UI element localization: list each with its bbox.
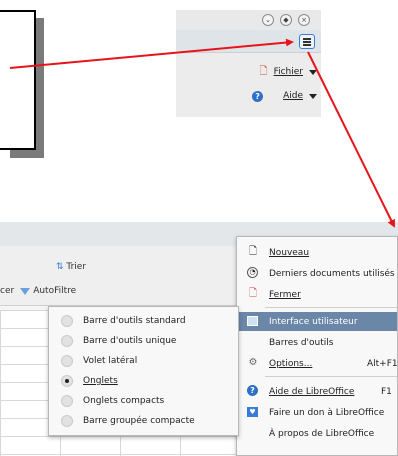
menu-item-help[interactable]: ? Aide de LibreOffice F1 bbox=[237, 382, 397, 401]
submenu-item-label: Volet latéral bbox=[83, 356, 138, 366]
main-menu: 🗋 Nouveau ◔ Derniers documents utilisés … bbox=[236, 236, 398, 456]
menu-item-label: Faire un don à LibreOffice bbox=[269, 407, 385, 418]
chevron-down-icon bbox=[309, 69, 317, 75]
menu-item-about[interactable]: À propos de LibreOffice bbox=[237, 424, 397, 443]
autofilter-button[interactable]: cer AutoFiltre bbox=[0, 286, 77, 296]
filter-icon bbox=[20, 287, 31, 295]
submenu-item-label: Onglets bbox=[83, 376, 118, 386]
fichier-menu[interactable]: 🗋 Fichier bbox=[260, 64, 317, 80]
submenu-item-label: Onglets compacts bbox=[83, 396, 165, 406]
menu-divider bbox=[265, 307, 397, 308]
submenu-item-label: Barre d'outils unique bbox=[83, 336, 177, 346]
clock-icon: ◔ bbox=[247, 267, 258, 278]
close-icon[interactable]: × bbox=[298, 14, 310, 26]
radio-icon bbox=[61, 315, 73, 327]
radio-icon bbox=[61, 355, 73, 367]
submenu-item-single[interactable]: Barre d'outils unique bbox=[49, 331, 238, 351]
radio-selected-icon bbox=[61, 375, 73, 387]
help-icon: ? bbox=[252, 90, 264, 102]
close-document-icon: 🗋 bbox=[248, 288, 258, 299]
new-document-icon: 🗋 bbox=[248, 246, 258, 257]
sort-label: Trier bbox=[66, 262, 87, 272]
aide-label: Aide bbox=[283, 91, 303, 101]
submenu-item-label: Barre d'outils standard bbox=[83, 316, 186, 326]
submenu-item-tabbed-compact[interactable]: Onglets compacts bbox=[49, 391, 238, 411]
divider bbox=[176, 52, 321, 53]
menu-item-label: Options... bbox=[269, 358, 313, 369]
menu-divider bbox=[265, 376, 397, 377]
menu-item-label: Derniers documents utilisés bbox=[269, 268, 395, 279]
hamburger-icon[interactable] bbox=[299, 34, 315, 49]
gear-icon: ⚙ bbox=[248, 357, 258, 368]
file-icon: 🗋 bbox=[259, 65, 268, 77]
minimize-icon[interactable]: ⌄ bbox=[262, 14, 274, 26]
submenu-item-standard[interactable]: Barre d'outils standard bbox=[49, 311, 238, 331]
help-icon: ? bbox=[247, 385, 258, 396]
aide-menu[interactable]: ? Aide bbox=[252, 88, 317, 104]
sort-icon: ⇅ bbox=[56, 262, 64, 272]
submenu-item-tabbed[interactable]: Onglets bbox=[49, 371, 238, 391]
title-bar: ⌄ ◆ × bbox=[176, 10, 321, 30]
toolbar-cut-label: cer bbox=[0, 286, 15, 296]
radio-icon bbox=[61, 395, 73, 407]
sort-button[interactable]: ⇅ Trier bbox=[56, 262, 86, 272]
menu-item-shortcut: F1 bbox=[381, 386, 392, 397]
radio-icon bbox=[61, 415, 73, 427]
fichier-label: Fichier bbox=[273, 67, 303, 77]
menu-item-interface[interactable]: Interface utilisateur bbox=[237, 312, 397, 331]
submenu-item-sidebar[interactable]: Volet latéral bbox=[49, 351, 238, 371]
radio-icon bbox=[61, 335, 73, 347]
menu-item-toolbars[interactable]: Barres d'outils bbox=[237, 333, 397, 352]
menu-item-fermer[interactable]: 🗋 Fermer bbox=[237, 285, 397, 304]
menu-item-label: Barres d'outils bbox=[269, 337, 334, 348]
interface-submenu: Barre d'outils standard Barre d'outils u… bbox=[48, 306, 239, 436]
top-right-snippet: ⌄ ◆ × 🗋 Fichier ? Aide bbox=[176, 10, 321, 117]
donate-icon: ♥ bbox=[247, 407, 258, 417]
menu-item-label: À propos de LibreOffice bbox=[269, 428, 375, 439]
callout-box bbox=[0, 10, 36, 150]
window-icon bbox=[247, 316, 258, 326]
menu-item-label: Fermer bbox=[269, 289, 301, 300]
menu-item-nouveau[interactable]: 🗋 Nouveau bbox=[237, 243, 397, 262]
submenu-item-label: Barre groupée compacte bbox=[83, 416, 195, 426]
submenu-item-groupedbar-compact[interactable]: Barre groupée compacte bbox=[49, 411, 238, 431]
chevron-down-icon bbox=[309, 93, 317, 99]
menu-item-label: Interface utilisateur bbox=[269, 316, 358, 327]
menu-item-options[interactable]: ⚙ Options... Alt+F12 bbox=[237, 354, 398, 373]
menu-item-shortcut: Alt+F12 bbox=[367, 358, 398, 369]
restore-icon[interactable]: ◆ bbox=[280, 14, 292, 26]
menu-item-label: Nouveau bbox=[269, 247, 310, 258]
autofilter-label: AutoFiltre bbox=[33, 286, 77, 296]
menu-item-donate[interactable]: ♥ Faire un don à LibreOffice bbox=[237, 403, 397, 422]
menu-item-recent[interactable]: ◔ Derniers documents utilisés bbox=[237, 264, 397, 283]
menu-item-label: Aide de LibreOffice bbox=[269, 386, 355, 397]
